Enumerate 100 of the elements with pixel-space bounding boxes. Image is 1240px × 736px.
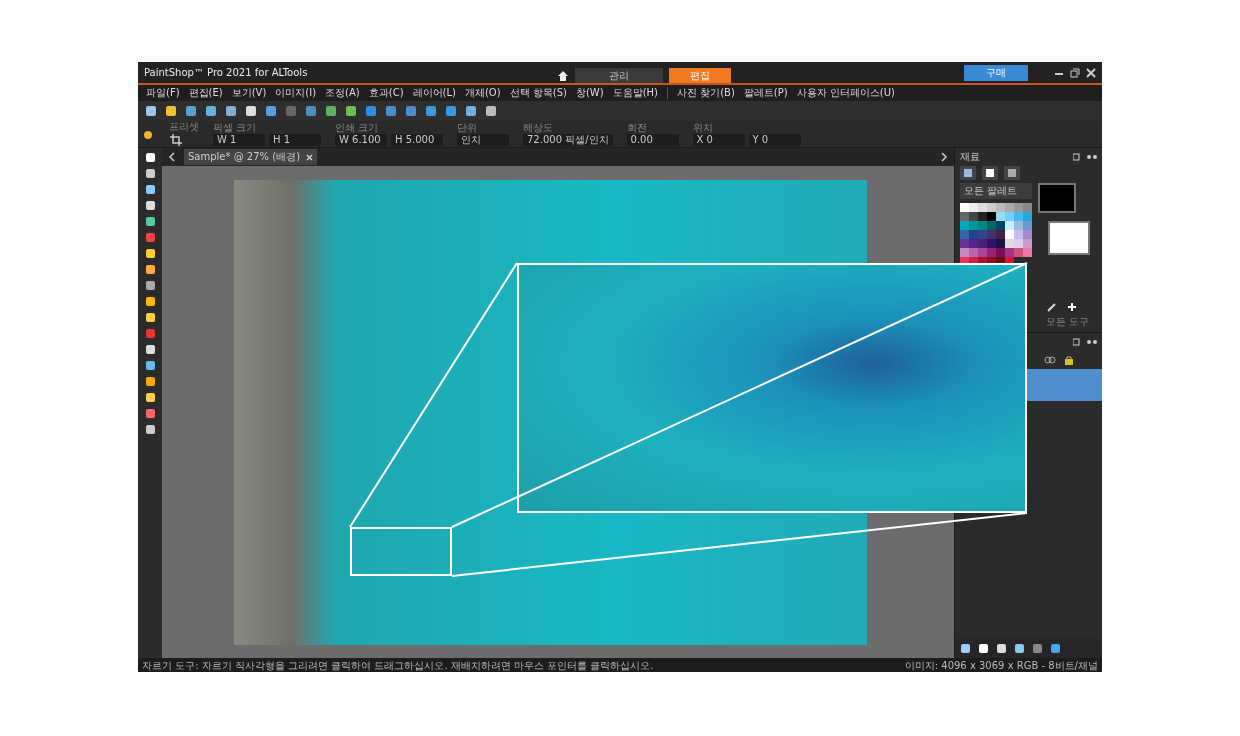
- toolbar-button[interactable]: [244, 104, 258, 118]
- tool-icon: [144, 424, 156, 435]
- image-info: 이미지: 4096 x 3069 x RGB - 8비트/채널: [904, 658, 1098, 672]
- plus-icon: [1067, 302, 1077, 312]
- toolbar-icon: [385, 105, 397, 117]
- layer-tool-button[interactable]: [995, 642, 1008, 655]
- tool-icon: [144, 248, 156, 259]
- toolbar-icon: [265, 105, 277, 117]
- menu-item[interactable]: 편집(E): [188, 86, 223, 100]
- toolbar-icon: [405, 105, 417, 117]
- option-label: 해상도: [523, 122, 554, 133]
- menu-item[interactable]: 조정(A): [325, 86, 360, 100]
- toolbar-button[interactable]: [204, 104, 218, 118]
- tool-button[interactable]: [143, 247, 157, 260]
- toolbar-button[interactable]: [424, 104, 438, 118]
- toolbar-icon: [145, 105, 157, 117]
- toolbar-button[interactable]: [164, 104, 178, 118]
- layer-tool-button[interactable]: [977, 642, 990, 655]
- menu-item[interactable]: 이미지(I): [275, 86, 317, 100]
- option-field[interactable]: Y 0: [748, 134, 801, 146]
- option-field[interactable]: X 0: [692, 134, 745, 146]
- menu-item[interactable]: 사용자 인터페이스(U): [796, 86, 895, 100]
- status-hint: 자르기 도구: 자르기 직사각형을 그리려면 클릭하여 드래그하십시오. 재배치하려면 마우스 포인터를 클릭하십시오.: [142, 658, 654, 672]
- tool-icon: [144, 152, 156, 163]
- option-field[interactable]: 72.000 픽셀/인치: [523, 134, 613, 146]
- panel-tab[interactable]: [1004, 166, 1020, 180]
- toolbar-icon: [445, 105, 457, 117]
- tool-icon: [144, 280, 156, 291]
- tool-icon: [144, 264, 156, 275]
- swatch-icon: [963, 168, 973, 178]
- toolbar-button[interactable]: [484, 104, 498, 118]
- close-icon: [1086, 67, 1096, 78]
- tool-button[interactable]: [143, 215, 157, 228]
- tool-icon: [144, 360, 156, 371]
- swatch-icon: [1007, 168, 1017, 178]
- toolbar-button[interactable]: [464, 104, 478, 118]
- toolbar-button[interactable]: [224, 104, 238, 118]
- hand-icon: [142, 128, 154, 140]
- restore-icon: [1070, 67, 1080, 78]
- tool-button[interactable]: [143, 391, 157, 404]
- background-color-swatch[interactable]: [1048, 221, 1090, 255]
- tool-icon: [144, 216, 156, 227]
- foreground-color-swatch[interactable]: [1038, 183, 1076, 213]
- option-field[interactable]: H 5.000: [391, 134, 443, 146]
- tool-button[interactable]: [143, 183, 157, 196]
- layer-tool-button[interactable]: [959, 642, 972, 655]
- layer-tool-button[interactable]: [1013, 642, 1026, 655]
- tool-button[interactable]: [143, 423, 157, 436]
- tool-button[interactable]: [143, 343, 157, 356]
- panel-tab[interactable]: [982, 166, 998, 180]
- option-label: 인쇄 크기: [335, 122, 380, 133]
- tool-button[interactable]: [143, 295, 157, 308]
- panel-tab[interactable]: [960, 166, 976, 180]
- tool-button[interactable]: [143, 199, 157, 212]
- layer-tool-button[interactable]: [1049, 642, 1062, 655]
- option-field[interactable]: H 1: [269, 134, 321, 146]
- toolbar-icon: [285, 105, 297, 117]
- option-field[interactable]: W 6.100: [335, 134, 387, 146]
- menu-item[interactable]: 레이어(L): [412, 86, 456, 100]
- menu-item[interactable]: 팔레트(P): [743, 86, 788, 100]
- toolbar-button[interactable]: [344, 104, 358, 118]
- tool-icon: [144, 408, 156, 419]
- menu-item[interactable]: 사진 찾기(B): [677, 86, 735, 100]
- menu-item[interactable]: 창(W): [575, 86, 604, 100]
- tool-button[interactable]: [143, 375, 157, 388]
- tool-icon: [144, 392, 156, 403]
- buy-button[interactable]: 구매: [964, 64, 1028, 81]
- toolbar-button[interactable]: [184, 104, 198, 118]
- layer-tool-icon: [1032, 643, 1043, 654]
- option-label: 프리셋: [169, 121, 199, 132]
- tool-icon: [144, 312, 156, 323]
- option-field[interactable]: 0.00: [626, 134, 679, 146]
- tool-button[interactable]: [143, 167, 157, 180]
- option-field[interactable]: W 1: [213, 134, 265, 146]
- menu-item[interactable]: 선택 항목(S): [509, 86, 567, 100]
- chevron-right-icon: [940, 152, 948, 162]
- tool-button[interactable]: [143, 311, 157, 324]
- menu-item[interactable]: 효과(C): [368, 86, 404, 100]
- tool-icon: [144, 200, 156, 211]
- option-field[interactable]: 인치: [457, 134, 509, 146]
- menu-item[interactable]: 개체(O): [464, 86, 501, 100]
- toolbar-button[interactable]: [264, 104, 278, 118]
- menu-item[interactable]: 도움말(H): [612, 86, 658, 100]
- menu-item[interactable]: 파일(F): [146, 86, 180, 100]
- document-tab[interactable]: Sample* @ 27% (배경): [184, 149, 318, 165]
- toolbar-icon: [345, 105, 357, 117]
- tool-button[interactable]: [143, 151, 157, 164]
- layer-tool-icon: [978, 643, 989, 654]
- tool-button[interactable]: [143, 263, 157, 276]
- toolbar-button[interactable]: [324, 104, 338, 118]
- tool-button[interactable]: [143, 279, 157, 292]
- window-title: PaintShop™ Pro 2021 for ALTools: [144, 67, 309, 78]
- toolbar-button[interactable]: [444, 104, 458, 118]
- palette-dropdown[interactable]: 모든 팔레트: [960, 183, 1032, 199]
- panel-menu-icon: [1073, 153, 1097, 161]
- crop-preset-button[interactable]: [169, 133, 183, 147]
- tool-button[interactable]: [143, 359, 157, 372]
- menu-item[interactable]: 보기(V): [231, 86, 267, 100]
- toolbar-button[interactable]: [144, 104, 158, 118]
- workspace-tab[interactable]: 관리: [575, 68, 663, 83]
